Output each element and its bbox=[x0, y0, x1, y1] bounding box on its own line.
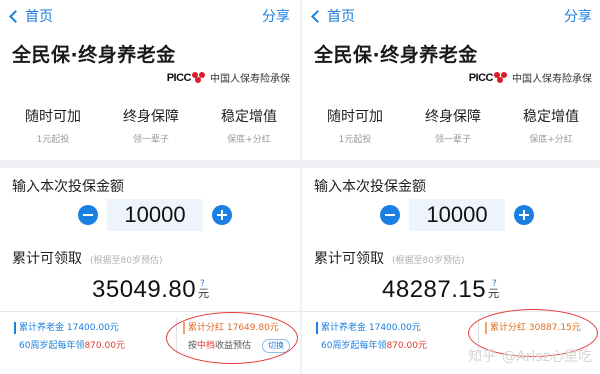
picc-wordmark: PICC bbox=[468, 71, 494, 84]
minus-button[interactable] bbox=[380, 205, 400, 225]
feature-title: 稳定增值 bbox=[220, 109, 277, 125]
watermark-handle: @Arlsz心里吃 bbox=[502, 349, 592, 365]
total-amount: 35049.80 元 bbox=[92, 276, 209, 304]
feature-subtitle: 1元起投 bbox=[36, 135, 70, 145]
section-divider bbox=[302, 160, 600, 168]
picc-logo: PICC bbox=[469, 72, 508, 84]
feature-title: 终身保障 bbox=[424, 109, 481, 125]
pension-total: 累计养老金 17400.00元 bbox=[316, 322, 421, 334]
annual-value: 870.00元 bbox=[84, 341, 125, 351]
feature-title: 终身保障 bbox=[122, 109, 179, 125]
back-label: 首页 bbox=[25, 9, 53, 25]
share-button[interactable]: 分享 bbox=[262, 6, 290, 26]
share-button[interactable]: 分享 bbox=[564, 6, 592, 26]
section-divider bbox=[0, 160, 302, 168]
chevron-left-icon bbox=[9, 10, 22, 23]
feature-item: 随时可加 1元起投 bbox=[4, 106, 101, 145]
feature-subtitle: 1元起投 bbox=[338, 135, 372, 145]
feature-list: 随时可加 1元起投 终身保障 领一辈子 稳定增值 保底+分红 bbox=[0, 106, 302, 145]
watermark: 知乎 @Arlsz心里吃 bbox=[468, 346, 592, 366]
feature-subtitle: 保底+分红 bbox=[529, 135, 573, 145]
page-title: 全民保·终身养老金 bbox=[314, 44, 478, 66]
annual-prefix: 60周岁起每年领 bbox=[19, 341, 85, 351]
pension-total: 累计养老金 17400.00元 bbox=[14, 322, 119, 334]
picc-wordmark: PICC bbox=[166, 71, 192, 84]
annotation-circle bbox=[166, 312, 298, 364]
feature-item: 稳定增值 保底+分红 bbox=[200, 106, 297, 145]
feature-title: 随时可加 bbox=[326, 109, 383, 125]
amount-input-label: 输入本次投保金额 bbox=[12, 179, 124, 195]
left-panel: 首页 分享 全民保·终身养老金 PICC 中国人保寿险承保 随时可加 1元起投 … bbox=[0, 0, 302, 374]
amount-input[interactable]: 10000 bbox=[107, 199, 203, 231]
picc-logo: PICC bbox=[167, 72, 206, 84]
nav-bar: 首页 分享 bbox=[302, 4, 600, 28]
total-header: 累计可领取 (根据至80岁预估) bbox=[314, 248, 464, 268]
divider bbox=[0, 311, 302, 312]
annual-pension: 60周岁起每年领870.00元 bbox=[316, 340, 427, 352]
feature-subtitle: 保底+分红 bbox=[227, 135, 271, 145]
chevron-left-icon bbox=[311, 10, 324, 23]
annual-prefix: 60周岁起每年领 bbox=[321, 341, 387, 351]
amount-input[interactable]: 10000 bbox=[409, 199, 505, 231]
total-note: (根据至80岁预估) bbox=[90, 256, 163, 266]
help-icon[interactable]: ? bbox=[492, 279, 497, 289]
feature-title: 随时可加 bbox=[24, 109, 81, 125]
insurer-brand: PICC 中国人保寿险承保 bbox=[469, 70, 592, 86]
insurer-name: 中国人保寿险承保 bbox=[210, 74, 290, 85]
feature-item: 随时可加 1元起投 bbox=[306, 106, 403, 145]
feature-title: 稳定增值 bbox=[522, 109, 579, 125]
back-button[interactable]: 首页 bbox=[9, 6, 53, 26]
back-button[interactable]: 首页 bbox=[311, 6, 355, 26]
total-label: 累计可领取 bbox=[314, 251, 384, 267]
amount-input-label: 输入本次投保金额 bbox=[314, 179, 426, 195]
amount-stepper: 10000 bbox=[78, 199, 232, 231]
help-icon[interactable]: ? bbox=[200, 279, 205, 289]
insurer-brand: PICC 中国人保寿险承保 bbox=[167, 70, 290, 86]
minus-button[interactable] bbox=[78, 205, 98, 225]
total-amount: 48287.15 元 bbox=[382, 276, 499, 304]
right-panel: 首页 分享 全民保·终身养老金 PICC 中国人保寿险承保 随时可加 1元起投 … bbox=[302, 0, 600, 374]
feature-subtitle: 领一辈子 bbox=[434, 135, 471, 145]
annual-pension: 60周岁起每年领870.00元 bbox=[14, 340, 125, 352]
nav-bar: 首页 分享 bbox=[0, 4, 302, 28]
picc-logo-icon bbox=[494, 72, 508, 83]
back-label: 首页 bbox=[327, 9, 355, 25]
comparison-screenshot: 首页 分享 全民保·终身养老金 PICC 中国人保寿险承保 随时可加 1元起投 … bbox=[0, 0, 600, 374]
total-label: 累计可领取 bbox=[12, 251, 82, 267]
plus-button[interactable] bbox=[212, 205, 232, 225]
total-value: 48287.15 bbox=[382, 276, 487, 303]
feature-item: 终身保障 领一辈子 bbox=[404, 106, 501, 145]
total-header: 累计可领取 (根据至80岁预估) bbox=[12, 248, 162, 268]
feature-item: 稳定增值 保底+分红 bbox=[502, 106, 599, 145]
feature-item: 终身保障 领一辈子 bbox=[102, 106, 199, 145]
amount-stepper: 10000 bbox=[380, 199, 534, 231]
watermark-site: 知乎 bbox=[468, 349, 497, 365]
picc-logo-icon bbox=[192, 72, 206, 83]
feature-list: 随时可加 1元起投 终身保障 领一辈子 稳定增值 保底+分红 bbox=[302, 106, 600, 145]
total-value: 35049.80 bbox=[92, 276, 197, 303]
minus-icon bbox=[83, 214, 93, 216]
minus-icon bbox=[385, 214, 395, 216]
annual-value: 870.00元 bbox=[386, 341, 427, 351]
page-title: 全民保·终身养老金 bbox=[12, 44, 176, 66]
insurer-name: 中国人保寿险承保 bbox=[512, 74, 592, 85]
plus-button[interactable] bbox=[514, 205, 534, 225]
total-note: (根据至80岁预估) bbox=[392, 256, 465, 266]
feature-subtitle: 领一辈子 bbox=[132, 135, 169, 145]
